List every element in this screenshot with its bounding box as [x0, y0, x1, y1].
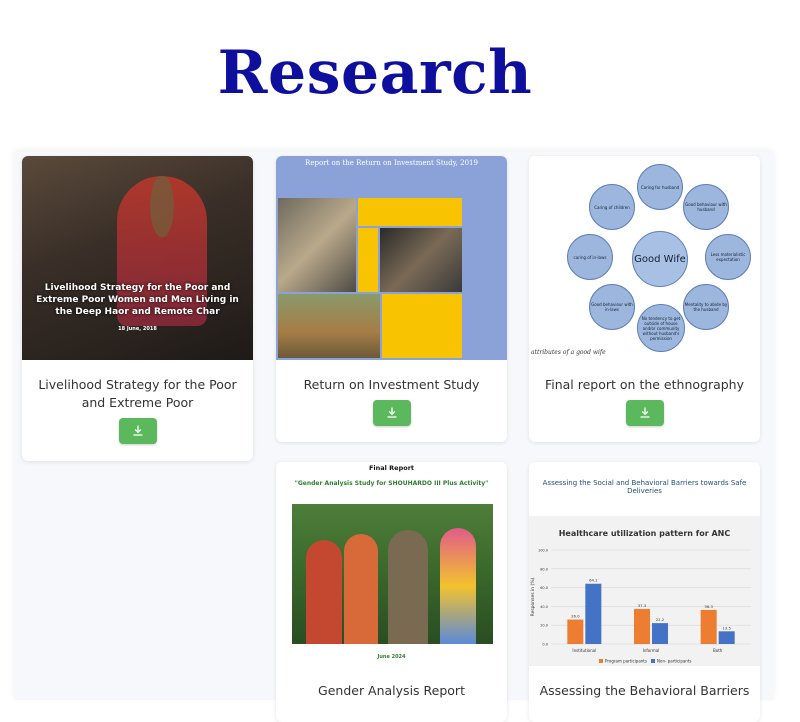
attribute-bubble: Good behaviour with husband [683, 184, 729, 230]
download-button[interactable] [118, 418, 157, 444]
attribute-bubble: caring of in-laws [567, 234, 613, 280]
attribute-bubble: Good behaviour with in-laws [589, 284, 635, 330]
bar [718, 631, 735, 644]
bar-value-label: 64.1 [589, 578, 598, 583]
legend-label: Program participants [605, 659, 647, 664]
legend-label: Non- participants [657, 659, 692, 664]
thumbnail-title: Livelihood Strategy for the Poor and Ext… [36, 283, 239, 317]
photo-people [278, 198, 356, 292]
card-thumbnail[interactable]: Final Report "Gender Analysis Study for … [276, 462, 507, 666]
research-card-livelihood: Livelihood Strategy for the Poor and Ext… [22, 156, 253, 461]
card-title[interactable]: Livelihood Strategy for the Poor and Ext… [28, 376, 247, 412]
legend-swatch [651, 659, 655, 663]
thumbnail-date: 18 June, 2018 [118, 326, 157, 332]
download-button[interactable] [625, 400, 664, 426]
thumbnail-header: Assessing the Social and Behavioral Barr… [542, 479, 747, 495]
photo-cattle [278, 294, 380, 358]
x-tick-label: Institutional [572, 648, 596, 653]
bar-value-label: 22.2 [656, 617, 665, 622]
anc-chart: Healthcare utilization pattern for ANC 0.… [529, 516, 760, 666]
bar [567, 619, 584, 644]
card-thumbnail[interactable]: Assessing the Social and Behavioral Barr… [529, 462, 760, 666]
y-tick-label: 80.0 [540, 567, 548, 571]
y-tick-label: 60.0 [540, 586, 548, 590]
attribute-bubble: Caring of children [589, 184, 635, 230]
thumbnail-final-report: Final Report [368, 464, 415, 472]
yellow-block [358, 198, 462, 226]
thumbnail-header: Report on the Return on Investment Study… [305, 159, 478, 167]
research-card-gender: Final Report "Gender Analysis Study for … [276, 462, 507, 722]
research-card-barriers: Assessing the Social and Behavioral Barr… [529, 462, 760, 722]
bar-value-label: 37.3 [638, 603, 647, 608]
bar [585, 583, 602, 644]
photo-meeting [380, 228, 462, 292]
attribute-bubble: Less materialistic expectation [705, 234, 751, 280]
bar [700, 609, 717, 644]
y-tick-label: 100.0 [538, 549, 548, 553]
card-thumbnail[interactable]: Good Wife Caring for husband Good behavi… [529, 156, 760, 360]
attribute-bubble: Caring for husband [637, 164, 683, 210]
yellow-block [382, 294, 462, 358]
download-icon [132, 425, 143, 436]
page-title: Research [217, 38, 533, 108]
card-title[interactable]: Return on Investment Study [282, 376, 501, 394]
x-tick-label: Informal [643, 648, 660, 653]
research-card-roi: Report on the Return on Investment Study… [276, 156, 507, 442]
y-tick-label: 0.0 [542, 643, 548, 647]
bar-value-label: 26.0 [571, 614, 580, 619]
attribute-bubble: No tendency to get outside of house and/… [637, 304, 685, 352]
card-title[interactable]: Gender Analysis Report [282, 682, 501, 700]
research-card-ethnography: Good Wife Caring for husband Good behavi… [529, 156, 760, 442]
center-bubble: Good Wife [632, 231, 688, 287]
download-button[interactable] [372, 400, 411, 426]
download-icon [639, 407, 650, 418]
bar [634, 608, 650, 644]
thumbnail-date: June 2024 [377, 654, 406, 660]
y-tick-label: 20.0 [540, 624, 548, 628]
card-title[interactable]: Assessing the Behavioral Barriers [535, 682, 754, 700]
chart-title: Healthcare utilization pattern for ANC [559, 529, 731, 538]
bar-value-label: 13.5 [722, 625, 731, 630]
anc-chart-svg: Healthcare utilization pattern for ANC 0.… [530, 529, 751, 664]
photo-women [292, 504, 493, 644]
thumbnail-caption: attributes of a good wife [531, 349, 606, 356]
bar [652, 623, 668, 644]
thumbnail-subtitle: "Gender Analysis Study for SHOUHARDO III… [294, 480, 489, 487]
yellow-block [358, 228, 378, 292]
attribute-bubble: Mentality to abide by the husband [683, 284, 729, 330]
x-tick-label: Both [713, 648, 723, 653]
card-title[interactable]: Final report on the ethnography [535, 376, 754, 394]
bar-value-label: 36.3 [704, 604, 713, 609]
card-thumbnail[interactable]: Livelihood Strategy for the Poor and Ext… [22, 156, 253, 360]
download-icon [386, 407, 397, 418]
card-thumbnail[interactable]: Report on the Return on Investment Study… [276, 156, 507, 360]
legend-swatch [599, 659, 603, 663]
y-tick-label: 40.0 [540, 605, 548, 609]
y-axis-label: Responses in (%) [530, 577, 536, 616]
